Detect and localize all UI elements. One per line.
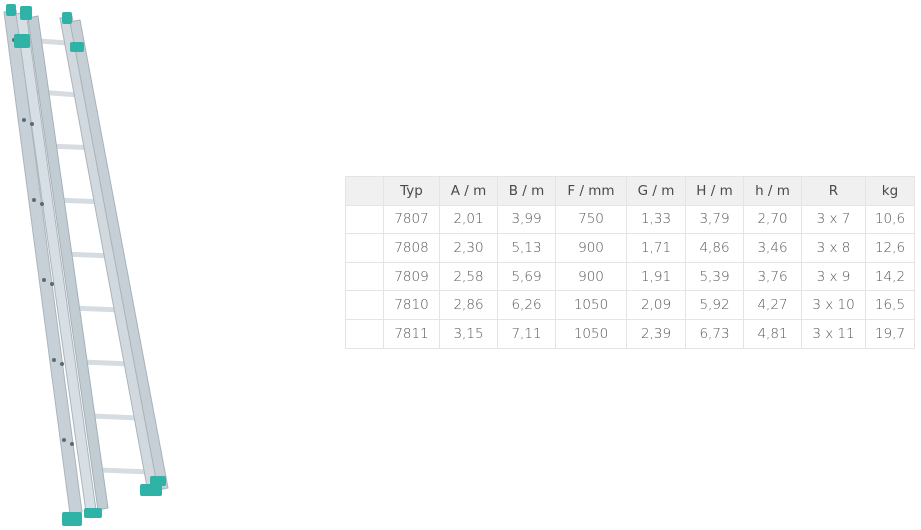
table-cell: 1,33 <box>626 204 686 235</box>
table-cell: 4,27 <box>743 290 802 320</box>
table-cell: 5,39 <box>685 261 744 292</box>
table-cell: 3,99 <box>497 204 556 235</box>
header-f: F / mm <box>555 176 627 206</box>
header-b: B / m <box>497 176 556 206</box>
table-cell <box>345 233 384 263</box>
table-cell: 2,58 <box>439 261 498 292</box>
table-cell: 7808 <box>383 233 440 263</box>
table-cell: 900 <box>555 233 627 263</box>
header-h-upper: H / m <box>685 176 744 206</box>
table-cell: 2,86 <box>439 290 498 320</box>
table-row: 7808 2,30 5,13 900 1,71 4,86 3,46 3 x 8 … <box>345 233 915 263</box>
table-cell: 5,69 <box>497 261 556 292</box>
table-header-row: Typ A / m B / m F / mm G / m H / m h / m… <box>345 176 915 206</box>
table-cell: 7807 <box>383 204 440 235</box>
table-cell <box>345 261 384 292</box>
table-cell: 2,09 <box>626 290 686 320</box>
header-blank <box>345 176 384 206</box>
table-cell <box>345 318 384 349</box>
table-cell: 1050 <box>555 318 627 349</box>
table-cell: 3 x 10 <box>801 290 866 320</box>
table-cell: 1,71 <box>626 233 686 263</box>
table-cell: 1050 <box>555 290 627 320</box>
table-cell: 10,6 <box>865 204 915 235</box>
table-cell: 3 x 7 <box>801 204 866 235</box>
table-cell: 3,79 <box>685 204 744 235</box>
header-h-lower: h / m <box>743 176 802 206</box>
table-cell: 3 x 11 <box>801 318 866 349</box>
table-cell: 7811 <box>383 318 440 349</box>
table-cell: 3,15 <box>439 318 498 349</box>
table-cell <box>345 290 384 320</box>
header-g: G / m <box>626 176 686 206</box>
table-row: 7809 2,58 5,69 900 1,91 5,39 3,76 3 x 9 … <box>345 261 915 292</box>
header-typ: Typ <box>383 176 440 206</box>
ladder-product-image <box>3 4 169 526</box>
table-row: 7810 2,86 6,26 1050 2,09 5,92 4,27 3 x 1… <box>345 290 915 320</box>
table-cell: 5,13 <box>497 233 556 263</box>
table-cell: 2,30 <box>439 233 498 263</box>
table-cell: 3 x 8 <box>801 233 866 263</box>
table-cell: 6,26 <box>497 290 556 320</box>
ladder-rails <box>3 9 169 515</box>
table-cell: 900 <box>555 261 627 292</box>
table-cell: 4,86 <box>685 233 744 263</box>
table-cell: 19,7 <box>865 318 915 349</box>
table-cell: 3 x 9 <box>801 261 866 292</box>
table-cell: 3,46 <box>743 233 802 263</box>
table-row: 7807 2,01 3,99 750 1,33 3,79 2,70 3 x 7 … <box>345 204 915 235</box>
header-kg: kg <box>865 176 915 206</box>
table-cell: 14,2 <box>865 261 915 292</box>
table-cell: 7810 <box>383 290 440 320</box>
table-cell <box>345 204 384 235</box>
table-cell: 12,6 <box>865 233 915 263</box>
table-cell: 2,01 <box>439 204 498 235</box>
table-cell: 4,81 <box>743 318 802 349</box>
table-cell: 7,11 <box>497 318 556 349</box>
table-cell: 5,92 <box>685 290 744 320</box>
table-cell: 3,76 <box>743 261 802 292</box>
table-cell: 2,70 <box>743 204 802 235</box>
table-row: 7811 3,15 7,11 1050 2,39 6,73 4,81 3 x 1… <box>345 318 915 349</box>
table-cell: 6,73 <box>685 318 744 349</box>
table-cell: 750 <box>555 204 627 235</box>
table-cell: 1,91 <box>626 261 686 292</box>
table-cell: 2,39 <box>626 318 686 349</box>
ladder-specification-table: Typ A / m B / m F / mm G / m H / m h / m… <box>345 176 915 349</box>
table-cell: 7809 <box>383 261 440 292</box>
header-a: A / m <box>439 176 498 206</box>
table-cell: 16,5 <box>865 290 915 320</box>
header-r: R <box>801 176 866 206</box>
